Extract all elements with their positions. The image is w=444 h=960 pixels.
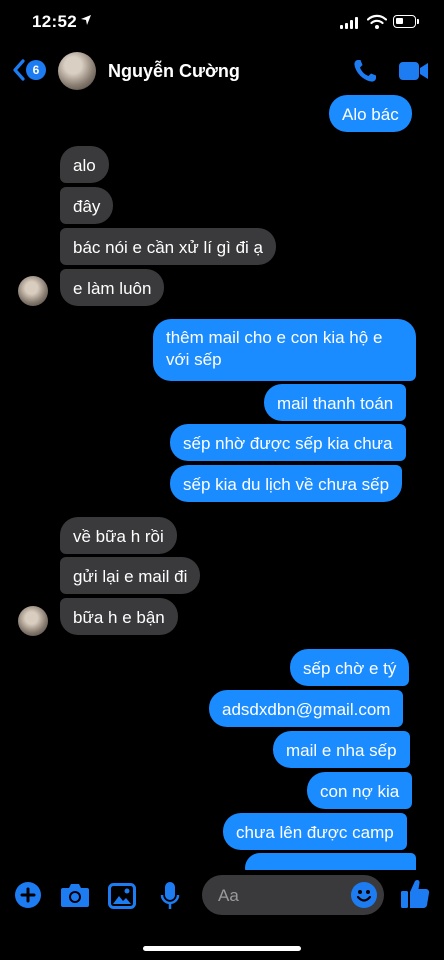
battery-icon (393, 15, 419, 28)
photo-icon (108, 883, 136, 909)
message-bubble-incoming[interactable]: alo (60, 146, 109, 183)
message-bubble-outgoing[interactable]: sếp chờ e tý (290, 649, 410, 686)
emoji-button[interactable] (350, 881, 378, 914)
back-button[interactable] (12, 58, 26, 87)
camera-icon (61, 884, 89, 907)
message-input-placeholder: Aa (218, 886, 239, 905)
photo-button[interactable] (108, 883, 136, 914)
status-bar: 12:52 (0, 0, 444, 46)
like-button[interactable] (400, 878, 430, 915)
unread-badge: 6 (26, 60, 46, 80)
sender-avatar[interactable] (18, 276, 48, 306)
message-bubble-incoming[interactable]: gửi lại e mail đi (60, 557, 201, 594)
phone-icon (354, 60, 376, 82)
thumbs-up-icon (401, 879, 430, 908)
message-bubble-incoming[interactable]: về bữa h rồi (60, 517, 177, 554)
status-time: 12:52 (32, 12, 77, 31)
video-camera-icon (399, 62, 428, 80)
message-bubble-outgoing[interactable]: Alo bác (329, 95, 412, 132)
home-indicator (143, 946, 301, 951)
message-bubble-outgoing[interactable]: thêm mail cho e con kia hộ e với sếp (153, 319, 416, 381)
message-bubble-incoming[interactable]: đây (60, 187, 114, 224)
wifi-icon (366, 14, 388, 35)
message-bubble-outgoing[interactable]: mail thanh toán (264, 384, 407, 421)
message-bubble-outgoing[interactable]: chưa lên được camp (223, 813, 407, 850)
message-bubble-outgoing[interactable]: sếp kia du lịch về chưa sếp (170, 465, 403, 502)
location-arrow-icon (80, 14, 92, 29)
avatar[interactable] (58, 52, 96, 90)
message-bubble-incoming[interactable]: bữa h e bận (60, 598, 178, 635)
message-bubble-incoming[interactable]: bác nói e cần xử lí gì đi ạ (60, 228, 276, 265)
plus-icon (15, 882, 41, 908)
contact-name[interactable]: Nguyễn Cường (108, 61, 240, 82)
microphone-icon (160, 882, 180, 909)
video-call-button[interactable] (398, 60, 430, 87)
back-chevron-icon (13, 59, 25, 81)
message-bubble-outgoing[interactable]: sếp nhờ được sếp kia chưa (170, 424, 406, 461)
plus-button[interactable] (14, 881, 42, 914)
camera-button[interactable] (60, 882, 90, 913)
message-line: thêm mail cho e con kia hộ e (166, 328, 383, 347)
signal-icon (340, 17, 358, 29)
message-line: với sếp (166, 350, 222, 369)
message-bubble-outgoing[interactable]: con nợ kia (307, 772, 413, 809)
message-bubble-incoming[interactable]: e làm luôn (60, 269, 165, 306)
call-button[interactable] (352, 58, 378, 89)
sender-avatar[interactable] (18, 606, 48, 636)
message-bubble-outgoing[interactable]: adsdxdbn@gmail.com (209, 690, 404, 727)
emoji-icon (351, 882, 377, 908)
message-bubble-outgoing[interactable]: mail e nha sếp (273, 731, 410, 768)
microphone-button[interactable] (160, 881, 180, 916)
